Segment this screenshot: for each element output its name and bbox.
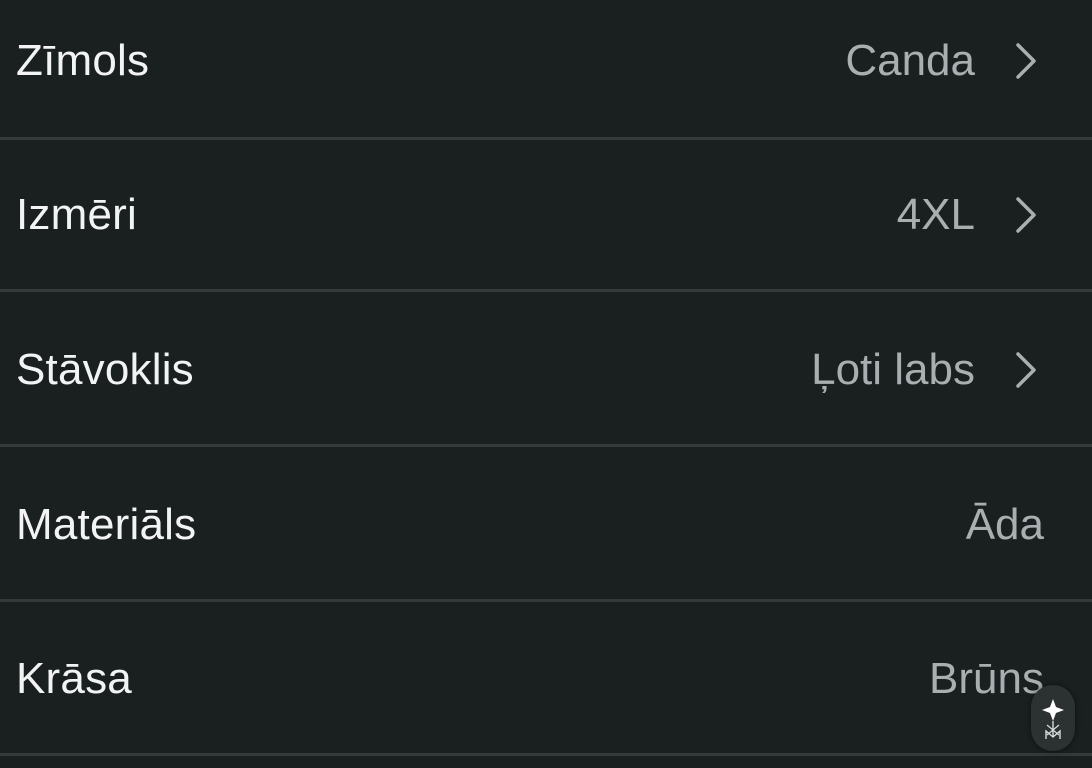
row-value: Brūns [929,653,1044,703]
chevron-right-icon [1012,41,1040,81]
row-condition[interactable]: Stāvoklis Ļoti labs [0,295,1092,447]
row-value: Canda [845,35,975,85]
row-value: Ļoti labs [811,344,975,394]
row-label: Stāvoklis [16,344,194,394]
watermark-logo-icon [1031,685,1075,751]
row-material: Materiāls Āda [0,450,1092,602]
row-size[interactable]: Izmēri 4XL [0,140,1092,292]
row-label: Zīmols [16,35,150,85]
row-label: Materiāls [16,499,197,549]
row-value: 4XL [896,189,975,239]
row-value: Āda [965,499,1044,549]
chevron-right-icon [1012,350,1040,390]
row-label: Krāsa [16,653,132,703]
row-color: Krāsa Brūns [0,604,1092,756]
item-details-list: Zīmols Canda Izmēri 4XL Stāvoklis Ļoti l… [0,0,1092,768]
chevron-right-icon [1012,195,1040,235]
row-label: Izmēri [16,189,137,239]
row-brand[interactable]: Zīmols Canda [0,0,1092,140]
